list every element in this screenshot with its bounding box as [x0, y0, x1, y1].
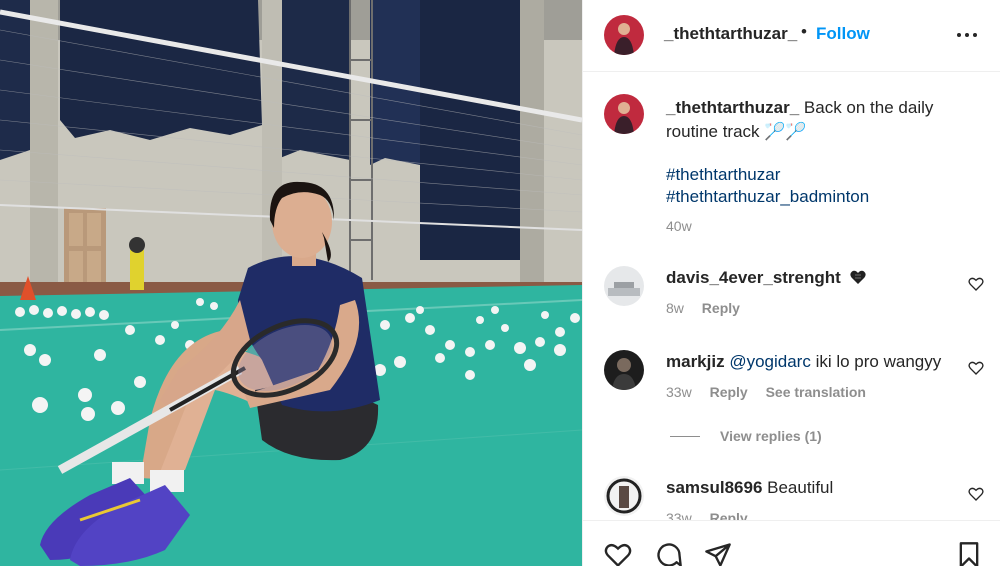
commenter-avatar[interactable]: [604, 266, 644, 306]
post-action-bar: [583, 520, 1000, 566]
heart-icon[interactable]: [604, 541, 632, 566]
comment-username[interactable]: samsul8696: [666, 478, 762, 497]
comment-text: markjiz @yogidarc iki lo pro wangyy: [666, 352, 941, 372]
separator-dot: •: [801, 22, 807, 41]
commenter-avatar[interactable]: [604, 350, 644, 390]
caption-username[interactable]: _thethtarthuzar_: [666, 98, 799, 117]
view-replies-button[interactable]: View replies (1): [670, 428, 822, 444]
comment-time[interactable]: 8w: [666, 300, 684, 316]
comment-body: iki lo pro wangyy: [810, 352, 942, 371]
badminton-player-photo: [0, 0, 582, 566]
hashtag-link[interactable]: #thethtarthuzar: [666, 164, 869, 186]
paper-plane-icon[interactable]: [704, 541, 732, 566]
follow-button[interactable]: Follow: [816, 24, 870, 44]
see-translation-button[interactable]: See translation: [766, 384, 866, 400]
more-options-icon[interactable]: [955, 24, 979, 46]
comment-username[interactable]: davis_4ever_strenght: [666, 268, 841, 287]
comment-username[interactable]: markjiz: [666, 352, 725, 371]
caption-hashtags: #thethtarthuzar #thethtarthuzar_badminto…: [666, 164, 869, 208]
comment-meta: 8w Reply: [666, 300, 754, 316]
comment-mention[interactable]: @yogidarc: [729, 352, 811, 371]
caption-timestamp[interactable]: 40w: [666, 218, 692, 234]
hashtag-link[interactable]: #thethtarthuzar_badminton: [666, 186, 869, 208]
view-replies-label: View replies (1): [720, 428, 822, 444]
post-caption: _thethtarthuzar_ Back on the daily routi…: [666, 96, 986, 144]
comment-icon[interactable]: [655, 541, 683, 566]
black-heart-icon: [849, 270, 866, 284]
comment-text: samsul8696 Beautiful: [666, 478, 833, 498]
comment-body: Beautiful: [762, 478, 834, 497]
author-avatar[interactable]: [604, 15, 644, 55]
comment-time[interactable]: 33w: [666, 384, 692, 400]
commenter-avatar[interactable]: [604, 476, 644, 516]
post-header: _thethtarthuzar_ • Follow: [583, 0, 1000, 72]
bookmark-icon[interactable]: [955, 541, 983, 566]
heart-icon[interactable]: [968, 360, 984, 376]
heart-icon[interactable]: [968, 276, 984, 292]
heart-icon[interactable]: [968, 486, 984, 502]
author-username[interactable]: _thethtarthuzar_: [664, 24, 797, 44]
post-photo[interactable]: [0, 0, 582, 566]
caption-avatar[interactable]: [604, 94, 644, 134]
comment-meta: 33w Reply See translation: [666, 384, 880, 400]
comment-text: davis_4ever_strenght: [666, 268, 866, 288]
post-details-panel: _thethtarthuzar_ • Follow _thethtarthuza…: [582, 0, 1000, 566]
reply-button[interactable]: Reply: [702, 300, 740, 316]
reply-button[interactable]: Reply: [710, 384, 748, 400]
replies-divider: [670, 436, 700, 437]
